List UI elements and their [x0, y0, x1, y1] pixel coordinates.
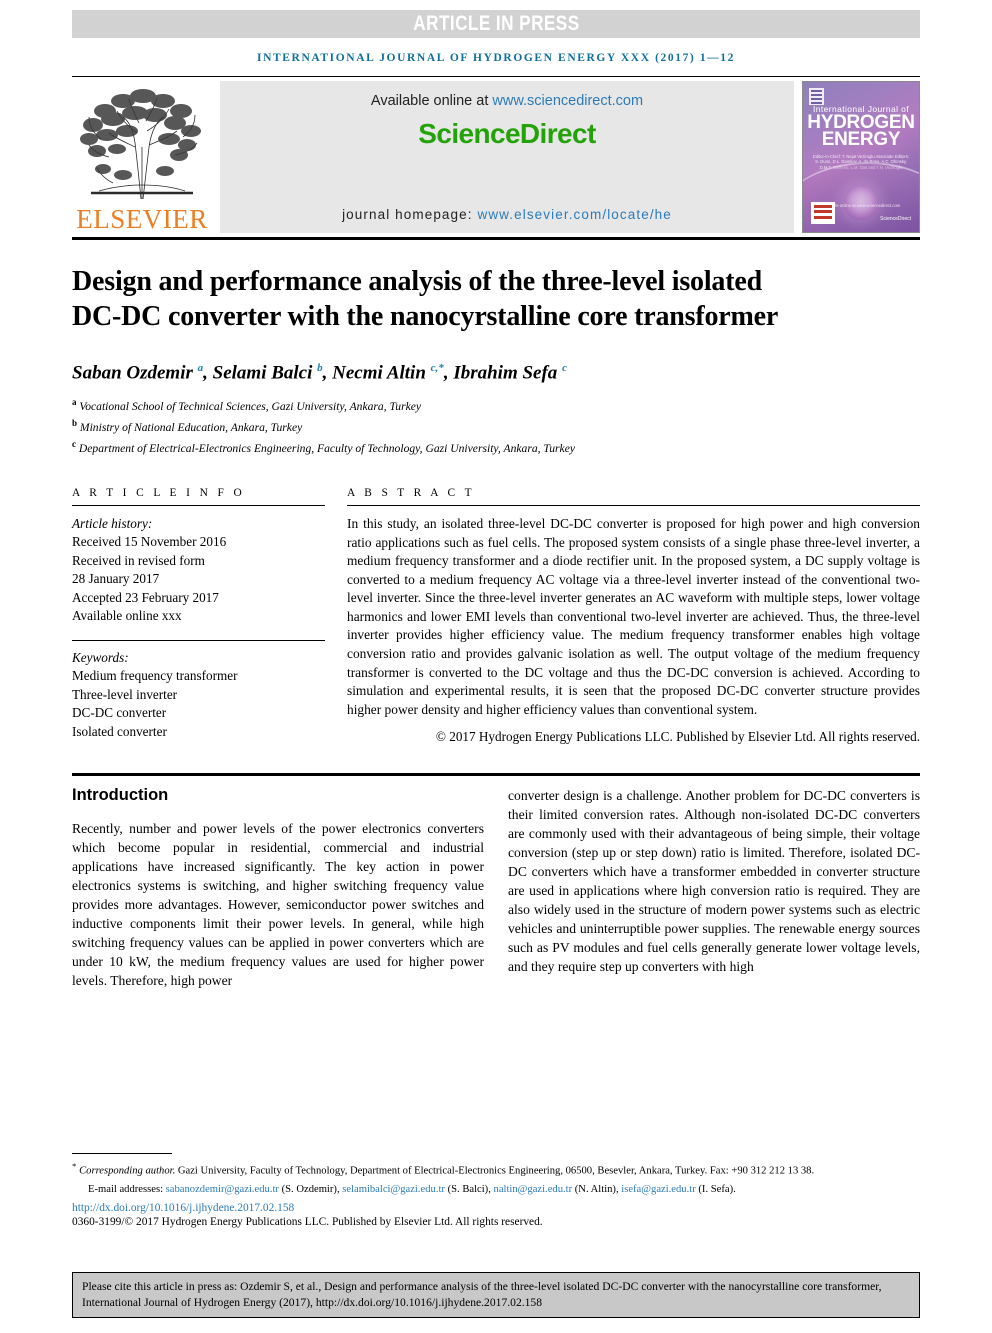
email-addresses-note: E-mail addresses: sabanozdemir@gazi.edu.… [88, 1184, 736, 1196]
footnote-rule [72, 1153, 172, 1154]
affiliation-b: b Ministry of National Education, Ankara… [72, 415, 920, 436]
article-in-press-banner: ARTICLE IN PRESS [72, 10, 920, 38]
journal-cover-image: International Journal of HYDROGEN ENERGY… [802, 81, 920, 233]
doi-link[interactable]: http://dx.doi.org/10.1016/j.ijhydene.201… [72, 1202, 920, 1214]
abstract-copyright: © 2017 Hydrogen Energy Publications LLC.… [435, 729, 920, 745]
affiliation-list: a Vocational School of Technical Science… [72, 394, 920, 457]
keywords-label: Keywords: [72, 649, 129, 665]
cover-sciencedirect-mark: ScienceDirect [880, 216, 911, 222]
body-columns: Introduction Recently, number and power … [72, 786, 920, 990]
cover-ijhe-badge-icon [811, 202, 835, 224]
cover-energy: ENERGY [821, 129, 901, 150]
abstract-text: In this study, an isolated three-level D… [347, 515, 920, 717]
issn-copyright-line: 0360-3199/© 2017 Hydrogen Energy Publica… [72, 1215, 543, 1228]
masthead-top-rule [72, 76, 920, 77]
cover-publisher-mark-icon [809, 88, 824, 105]
affiliation-mark-a: a [72, 397, 77, 408]
keyword-item: Medium frequency transformer [72, 668, 238, 684]
journal-homepage-link[interactable]: www.elsevier.com/locate/he [477, 207, 671, 222]
email-link-balci[interactable]: selamibalci@gazi.edu.tr [342, 1184, 445, 1195]
affiliation-a: a Vocational School of Technical Science… [72, 394, 920, 415]
email-label: E-mail addresses: [88, 1184, 164, 1196]
please-cite-text: Please cite this article in press as: Oz… [82, 1280, 882, 1309]
email-link-altin[interactable]: naltin@gazi.edu.tr [494, 1184, 573, 1195]
keyword-item: Three-level inverter [72, 686, 178, 702]
elsevier-tree-icon [80, 89, 201, 200]
sciencedirect-logo: ScienceDirect [418, 118, 596, 149]
keywords-block: Keywords: Medium frequency transformer T… [72, 649, 325, 742]
article-info-heading: A R T I C L E I N F O [72, 486, 246, 499]
email-link-sefa[interactable]: isefa@gazi.edu.tr [621, 1184, 695, 1195]
sciencedirect-block: Available online at www.sciencedirect.co… [220, 81, 794, 233]
affiliation-text-b: Ministry of National Education, Ankara, … [79, 421, 303, 435]
journal-homepage-prefix: journal homepage: [342, 207, 478, 222]
email-person-altin: (N. Altin) [574, 1184, 616, 1196]
masthead-bottom-rule [72, 237, 920, 240]
elsevier-wordmark: ELSEVIER [76, 204, 208, 234]
footnote-region: * Corresponding author. Gazi University,… [72, 1153, 920, 1228]
intro-paragraph-right: converter design is a challenge. Another… [508, 788, 920, 975]
cover-line2: HYDROGEN ENERGY [803, 113, 919, 150]
email-person-ozdemir: (S. Ozdemir) [281, 1184, 337, 1196]
email-link-ozdemir[interactable]: sabanozdemir@gazi.edu.tr [166, 1184, 279, 1195]
corresponding-author-label: Corresponding author. [79, 1165, 176, 1177]
abstract-column: A B S T R A C T In this study, an isolat… [347, 487, 920, 746]
abstract-heading: A B S T R A C T [347, 486, 475, 499]
body-column-right: converter design is a challenge. Another… [508, 786, 920, 990]
keyword-item: Isolated converter [72, 723, 167, 739]
available-online-prefix: Available online at [370, 93, 493, 109]
email-person-sefa: (I. Sefa) [698, 1184, 734, 1196]
elsevier-logo: ELSEVIER [72, 81, 212, 233]
journal-masthead: ELSEVIER Available online at www.science… [72, 81, 920, 233]
article-in-press-label: ARTICLE IN PRESS [412, 12, 580, 35]
history-item: Accepted 23 February 2017 [72, 589, 219, 605]
please-cite-box: Please cite this article in press as: Oz… [72, 1272, 920, 1318]
author-list: Saban Ozdemir a, Selami Balci b, Necmi A… [72, 362, 567, 384]
body-column-left: Introduction Recently, number and power … [72, 786, 484, 990]
journal-homepage-line: journal homepage: www.elsevier.com/locat… [342, 207, 672, 222]
corresponding-star: * [72, 1161, 77, 1171]
journal-article-page: ARTICLE IN PRESS INTERNATIONAL JOURNAL O… [0, 10, 992, 1333]
history-item: 28 January 2017 [72, 571, 160, 587]
affiliation-c: c Department of Electrical-Electronics E… [72, 436, 920, 457]
intro-paragraph-left: Recently, number and power levels of the… [72, 821, 484, 989]
journal-running-head: INTERNATIONAL JOURNAL OF HYDROGEN ENERGY… [257, 52, 735, 64]
info-abstract-region: A R T I C L E I N F O Article history: R… [72, 487, 920, 746]
article-info-rule [72, 504, 325, 506]
keywords-rule [72, 639, 325, 641]
article-history-block: Article history: Received 15 November 20… [72, 515, 325, 626]
corresponding-author-details: Gazi University, Faculty of Technology, … [175, 1165, 815, 1177]
email-person-balci: (S. Balci) [447, 1184, 489, 1196]
article-title: Design and performance analysis of the t… [72, 266, 779, 332]
article-history-label: Article history: [72, 515, 153, 531]
affiliation-mark-c: c [72, 439, 76, 450]
history-item: Received 15 November 2016 [72, 534, 227, 550]
section-heading-introduction: Introduction [72, 786, 169, 805]
affiliation-text-c: Department of Electrical-Electronics Eng… [78, 441, 575, 455]
history-item: Received in revised form [72, 552, 205, 568]
affiliation-text-a: Vocational School of Technical Sciences,… [79, 400, 422, 414]
history-item: Available online xxx [72, 608, 182, 624]
corresponding-author-note: * Corresponding author. Gazi University,… [72, 1159, 920, 1179]
article-info-column: A R T I C L E I N F O Article history: R… [72, 487, 325, 746]
body-top-rule [72, 773, 920, 777]
available-online-line: Available online at www.sciencedirect.co… [371, 93, 643, 109]
sciencedirect-link[interactable]: www.sciencedirect.com [492, 93, 643, 109]
abstract-rule [347, 504, 920, 506]
keyword-item: DC-DC converter [72, 705, 167, 721]
affiliation-mark-b: b [72, 418, 78, 429]
